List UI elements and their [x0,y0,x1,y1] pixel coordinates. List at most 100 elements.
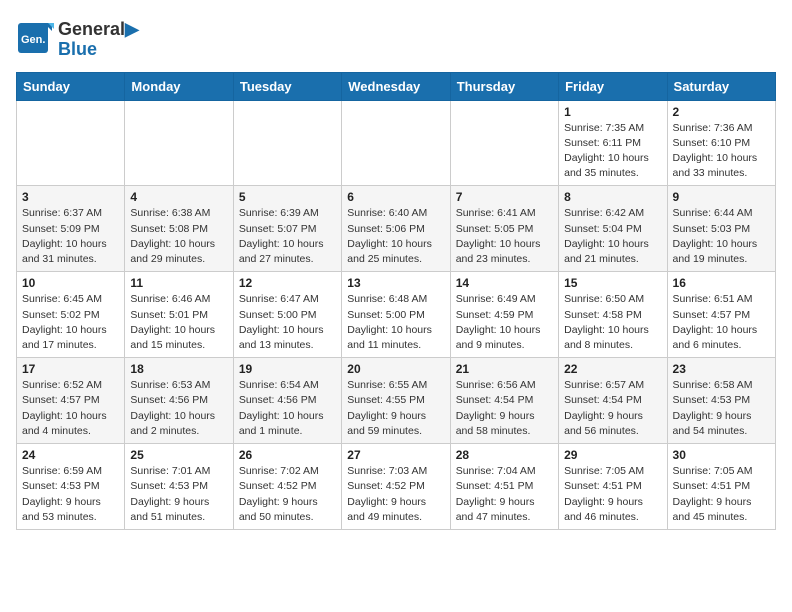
day-info: Sunrise: 6:53 AM Sunset: 4:56 PM Dayligh… [130,378,227,439]
day-info: Sunrise: 6:55 AM Sunset: 4:55 PM Dayligh… [347,378,444,439]
day-info: Sunrise: 7:05 AM Sunset: 4:51 PM Dayligh… [673,464,770,525]
calendar-cell: 26 Sunrise: 7:02 AM Sunset: 4:52 PM Dayli… [233,444,341,530]
day-info: Sunrise: 6:57 AM Sunset: 4:54 PM Dayligh… [564,378,661,439]
calendar-cell: 6Sunrise: 6:40 AM Sunset: 5:06 PM Daylig… [342,186,450,272]
calendar-cell: 20 Sunrise: 6:55 AM Sunset: 4:55 PM Dayli… [342,358,450,444]
day-number: 21 [456,362,553,376]
calendar-cell: 12 Sunrise: 6:47 AM Sunset: 5:00 PM Dayli… [233,272,341,358]
day-number: 8 [564,190,661,204]
calendar-cell: 15 Sunrise: 6:50 AM Sunset: 4:58 PM Dayli… [559,272,667,358]
day-info: Sunrise: 7:05 AM Sunset: 4:51 PM Dayligh… [564,464,661,525]
day-info: Sunrise: 6:38 AM Sunset: 5:08 PM Dayligh… [130,206,227,267]
day-number: 15 [564,276,661,290]
day-info: Sunrise: 7:36 AM Sunset: 6:10 PM Dayligh… [673,121,770,182]
day-info: Sunrise: 6:54 AM Sunset: 4:56 PM Dayligh… [239,378,336,439]
calendar-week-1: 1Sunrise: 7:35 AM Sunset: 6:11 PM Daylig… [17,100,776,186]
calendar-cell: 11Sunrise: 6:46 AM Sunset: 5:01 PM Dayli… [125,272,233,358]
day-info: Sunrise: 6:45 AM Sunset: 5:02 PM Dayligh… [22,292,119,353]
calendar-cell: 7 Sunrise: 6:41 AM Sunset: 5:05 PM Daylig… [450,186,558,272]
day-number: 4 [130,190,227,204]
calendar-cell: 18 Sunrise: 6:53 AM Sunset: 4:56 PM Dayli… [125,358,233,444]
day-number: 20 [347,362,444,376]
day-info: Sunrise: 6:39 AM Sunset: 5:07 PM Dayligh… [239,206,336,267]
calendar-cell: 17 Sunrise: 6:52 AM Sunset: 4:57 PM Dayli… [17,358,125,444]
calendar-cell: 23 Sunrise: 6:58 AM Sunset: 4:53 PM Dayli… [667,358,775,444]
day-info: Sunrise: 7:03 AM Sunset: 4:52 PM Dayligh… [347,464,444,525]
day-number: 27 [347,448,444,462]
calendar-cell: 16 Sunrise: 6:51 AM Sunset: 4:57 PM Dayli… [667,272,775,358]
calendar-cell: 22 Sunrise: 6:57 AM Sunset: 4:54 PM Dayli… [559,358,667,444]
day-number: 23 [673,362,770,376]
calendar-week-5: 24 Sunrise: 6:59 AM Sunset: 4:53 PM Dayli… [17,444,776,530]
day-number: 18 [130,362,227,376]
day-number: 22 [564,362,661,376]
weekday-header-thursday: Thursday [450,72,558,100]
calendar-header-row: SundayMondayTuesdayWednesdayThursdayFrid… [17,72,776,100]
day-info: Sunrise: 7:01 AM Sunset: 4:53 PM Dayligh… [130,464,227,525]
logo-icon: Gen. [16,21,54,59]
day-info: Sunrise: 7:04 AM Sunset: 4:51 PM Dayligh… [456,464,553,525]
calendar-cell: 2 Sunrise: 7:36 AM Sunset: 6:10 PM Daylig… [667,100,775,186]
logo-text-general: General▶ [58,20,139,40]
day-info: Sunrise: 6:47 AM Sunset: 5:00 PM Dayligh… [239,292,336,353]
day-info: Sunrise: 6:56 AM Sunset: 4:54 PM Dayligh… [456,378,553,439]
page-header: Gen. General▶ Blue [16,16,776,60]
day-number: 12 [239,276,336,290]
calendar-cell: 25Sunrise: 7:01 AM Sunset: 4:53 PM Dayli… [125,444,233,530]
calendar-cell: 24 Sunrise: 6:59 AM Sunset: 4:53 PM Dayli… [17,444,125,530]
day-number: 30 [673,448,770,462]
day-info: Sunrise: 6:41 AM Sunset: 5:05 PM Dayligh… [456,206,553,267]
day-number: 10 [22,276,119,290]
calendar-cell: 10 Sunrise: 6:45 AM Sunset: 5:02 PM Dayli… [17,272,125,358]
calendar-week-3: 10 Sunrise: 6:45 AM Sunset: 5:02 PM Dayli… [17,272,776,358]
day-info: Sunrise: 6:50 AM Sunset: 4:58 PM Dayligh… [564,292,661,353]
day-number: 5 [239,190,336,204]
calendar-cell: 29 Sunrise: 7:05 AM Sunset: 4:51 PM Dayli… [559,444,667,530]
calendar-cell: 27 Sunrise: 7:03 AM Sunset: 4:52 PM Dayli… [342,444,450,530]
weekday-header-saturday: Saturday [667,72,775,100]
calendar-week-4: 17 Sunrise: 6:52 AM Sunset: 4:57 PM Dayli… [17,358,776,444]
weekday-header-friday: Friday [559,72,667,100]
weekday-header-tuesday: Tuesday [233,72,341,100]
day-number: 2 [673,105,770,119]
weekday-header-sunday: Sunday [17,72,125,100]
day-number: 17 [22,362,119,376]
day-number: 14 [456,276,553,290]
logo-text-blue: Blue [58,40,139,60]
calendar-cell: 14 Sunrise: 6:49 AM Sunset: 4:59 PM Dayli… [450,272,558,358]
calendar-cell: 3Sunrise: 6:37 AM Sunset: 5:09 PM Daylig… [17,186,125,272]
calendar-cell: 8 Sunrise: 6:42 AM Sunset: 5:04 PM Daylig… [559,186,667,272]
calendar-cell: 21 Sunrise: 6:56 AM Sunset: 4:54 PM Dayli… [450,358,558,444]
day-number: 9 [673,190,770,204]
day-number: 3 [22,190,119,204]
day-number: 19 [239,362,336,376]
day-number: 13 [347,276,444,290]
logo: Gen. General▶ Blue [16,20,139,60]
day-number: 26 [239,448,336,462]
calendar-cell: 5 Sunrise: 6:39 AM Sunset: 5:07 PM Daylig… [233,186,341,272]
calendar-cell: 28Sunrise: 7:04 AM Sunset: 4:51 PM Dayli… [450,444,558,530]
day-number: 29 [564,448,661,462]
day-info: Sunrise: 6:58 AM Sunset: 4:53 PM Dayligh… [673,378,770,439]
day-info: Sunrise: 6:51 AM Sunset: 4:57 PM Dayligh… [673,292,770,353]
day-info: Sunrise: 6:59 AM Sunset: 4:53 PM Dayligh… [22,464,119,525]
day-info: Sunrise: 6:48 AM Sunset: 5:00 PM Dayligh… [347,292,444,353]
day-info: Sunrise: 6:42 AM Sunset: 5:04 PM Dayligh… [564,206,661,267]
day-info: Sunrise: 6:49 AM Sunset: 4:59 PM Dayligh… [456,292,553,353]
calendar-cell [125,100,233,186]
calendar-cell [17,100,125,186]
day-number: 7 [456,190,553,204]
calendar-cell: 19 Sunrise: 6:54 AM Sunset: 4:56 PM Dayli… [233,358,341,444]
calendar-cell [450,100,558,186]
calendar-cell: 1Sunrise: 7:35 AM Sunset: 6:11 PM Daylig… [559,100,667,186]
day-info: Sunrise: 6:52 AM Sunset: 4:57 PM Dayligh… [22,378,119,439]
day-info: Sunrise: 7:02 AM Sunset: 4:52 PM Dayligh… [239,464,336,525]
day-info: Sunrise: 6:40 AM Sunset: 5:06 PM Dayligh… [347,206,444,267]
calendar-table: SundayMondayTuesdayWednesdayThursdayFrid… [16,72,776,530]
day-number: 24 [22,448,119,462]
day-info: Sunrise: 7:35 AM Sunset: 6:11 PM Dayligh… [564,121,661,182]
calendar-cell [233,100,341,186]
calendar-cell: 4 Sunrise: 6:38 AM Sunset: 5:08 PM Daylig… [125,186,233,272]
day-number: 16 [673,276,770,290]
weekday-header-wednesday: Wednesday [342,72,450,100]
